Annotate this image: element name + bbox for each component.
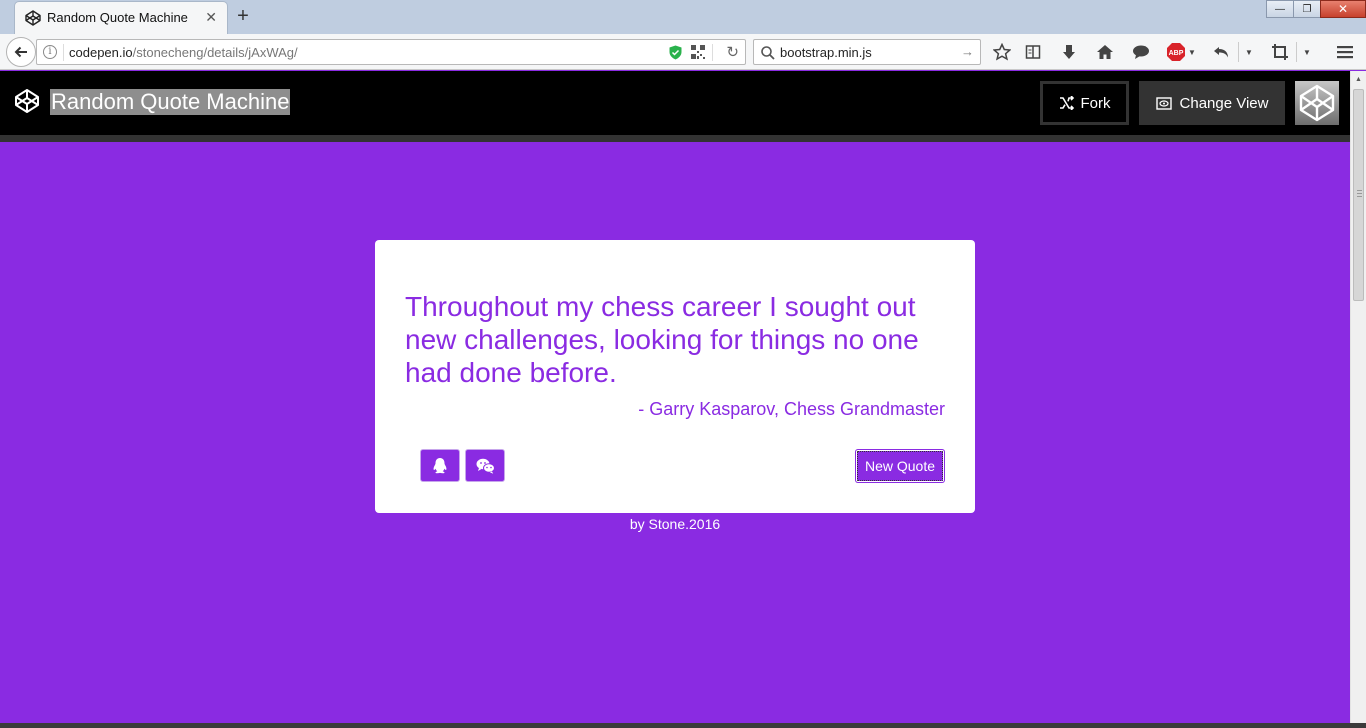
browser-titlebar: Random Quote Machine ✕ + — ❐ ✕ [0, 0, 1366, 34]
menu-icon[interactable] [1335, 42, 1355, 62]
home-icon[interactable] [1095, 42, 1115, 62]
codepen-logo-icon[interactable] [14, 88, 40, 114]
share-qq-button[interactable] [420, 449, 460, 482]
scrollbar-thumb[interactable] [1353, 89, 1364, 301]
codepen-header: Random Quote Machine Fork Change View [0, 71, 1350, 135]
tab-title: Random Quote Machine [47, 10, 188, 25]
toolbar-separator [1296, 42, 1297, 62]
avatar-codepen-icon [1299, 84, 1335, 122]
minimize-button[interactable]: — [1266, 0, 1294, 18]
footer-credit: by Stone.2016 [629, 516, 721, 532]
info-icon[interactable]: i [43, 45, 57, 59]
undo-dropdown-icon[interactable]: ▼ [1245, 48, 1253, 57]
crop-icon[interactable] [1270, 42, 1290, 62]
browser-navbar: i codepen.io/stonecheng/details/jAxWAg/ … [0, 34, 1366, 70]
wechat-icon [476, 458, 495, 474]
quote-card: Throughout my chess career I sought out … [375, 240, 975, 513]
search-bar[interactable]: bootstrap.min.js → [753, 39, 981, 65]
scroll-up-arrow-icon[interactable]: ▲ [1351, 73, 1366, 87]
url-path: /stonecheng/details/jAxWAg/ [132, 45, 298, 60]
share-wechat-button[interactable] [465, 449, 505, 482]
search-icon [760, 45, 776, 61]
search-go-icon[interactable]: → [961, 44, 974, 59]
scroll-grip [1357, 190, 1362, 198]
pen-title: Random Quote Machine [50, 89, 291, 115]
back-arrow-icon [14, 46, 27, 58]
change-view-button[interactable]: Change View [1139, 81, 1285, 125]
url-separator [63, 44, 64, 61]
close-window-button[interactable]: ✕ [1320, 0, 1366, 18]
tab-close-icon[interactable]: ✕ [205, 9, 217, 26]
url-text[interactable]: codepen.io/stonecheng/details/jAxWAg/ [69, 45, 298, 60]
search-input[interactable]: bootstrap.min.js [780, 45, 872, 60]
maximize-button[interactable]: ❐ [1293, 0, 1321, 18]
svg-text:ABP: ABP [1169, 50, 1184, 57]
window-bottom-edge [0, 723, 1366, 728]
chat-icon[interactable] [1131, 42, 1151, 62]
fork-button[interactable]: Fork [1040, 81, 1129, 125]
quote-author: - Garry Kasparov, Chess Grandmaster [638, 399, 945, 419]
adblock-icon[interactable]: ABP [1166, 42, 1186, 62]
page-scrollbar[interactable]: ▲ [1350, 71, 1366, 723]
crop-dropdown-icon[interactable]: ▼ [1303, 48, 1311, 57]
reading-list-icon[interactable] [1023, 42, 1043, 62]
codepen-favicon-icon [25, 10, 41, 26]
new-tab-button[interactable]: + [234, 5, 252, 27]
undo-icon[interactable] [1212, 42, 1232, 62]
toolbar-separator [1238, 42, 1239, 62]
header-divider [0, 135, 1350, 142]
url-host: codepen.io [69, 45, 133, 60]
shield-icon[interactable] [669, 45, 682, 60]
adblock-dropdown-icon[interactable]: ▼ [1188, 48, 1196, 57]
user-avatar[interactable] [1295, 81, 1339, 125]
qr-code-icon[interactable] [691, 45, 705, 59]
url-divider [712, 44, 713, 61]
new-quote-button[interactable]: New Quote [855, 449, 945, 483]
change-view-icon [1155, 96, 1172, 110]
bookmark-star-icon[interactable] [992, 42, 1012, 62]
qq-icon [433, 457, 447, 473]
reload-icon[interactable]: ↻ [726, 43, 739, 61]
back-button[interactable] [6, 37, 36, 67]
fork-label: Fork [1080, 94, 1111, 112]
window-controls: — ❐ ✕ [1266, 0, 1366, 20]
url-bar[interactable]: i codepen.io/stonecheng/details/jAxWAg/ … [36, 39, 746, 65]
browser-tab[interactable]: Random Quote Machine ✕ [14, 1, 228, 34]
quote-text: Throughout my chess career I sought out … [405, 291, 919, 388]
download-icon[interactable] [1059, 42, 1079, 62]
change-view-label: Change View [1179, 94, 1269, 112]
fork-icon [1059, 96, 1074, 110]
